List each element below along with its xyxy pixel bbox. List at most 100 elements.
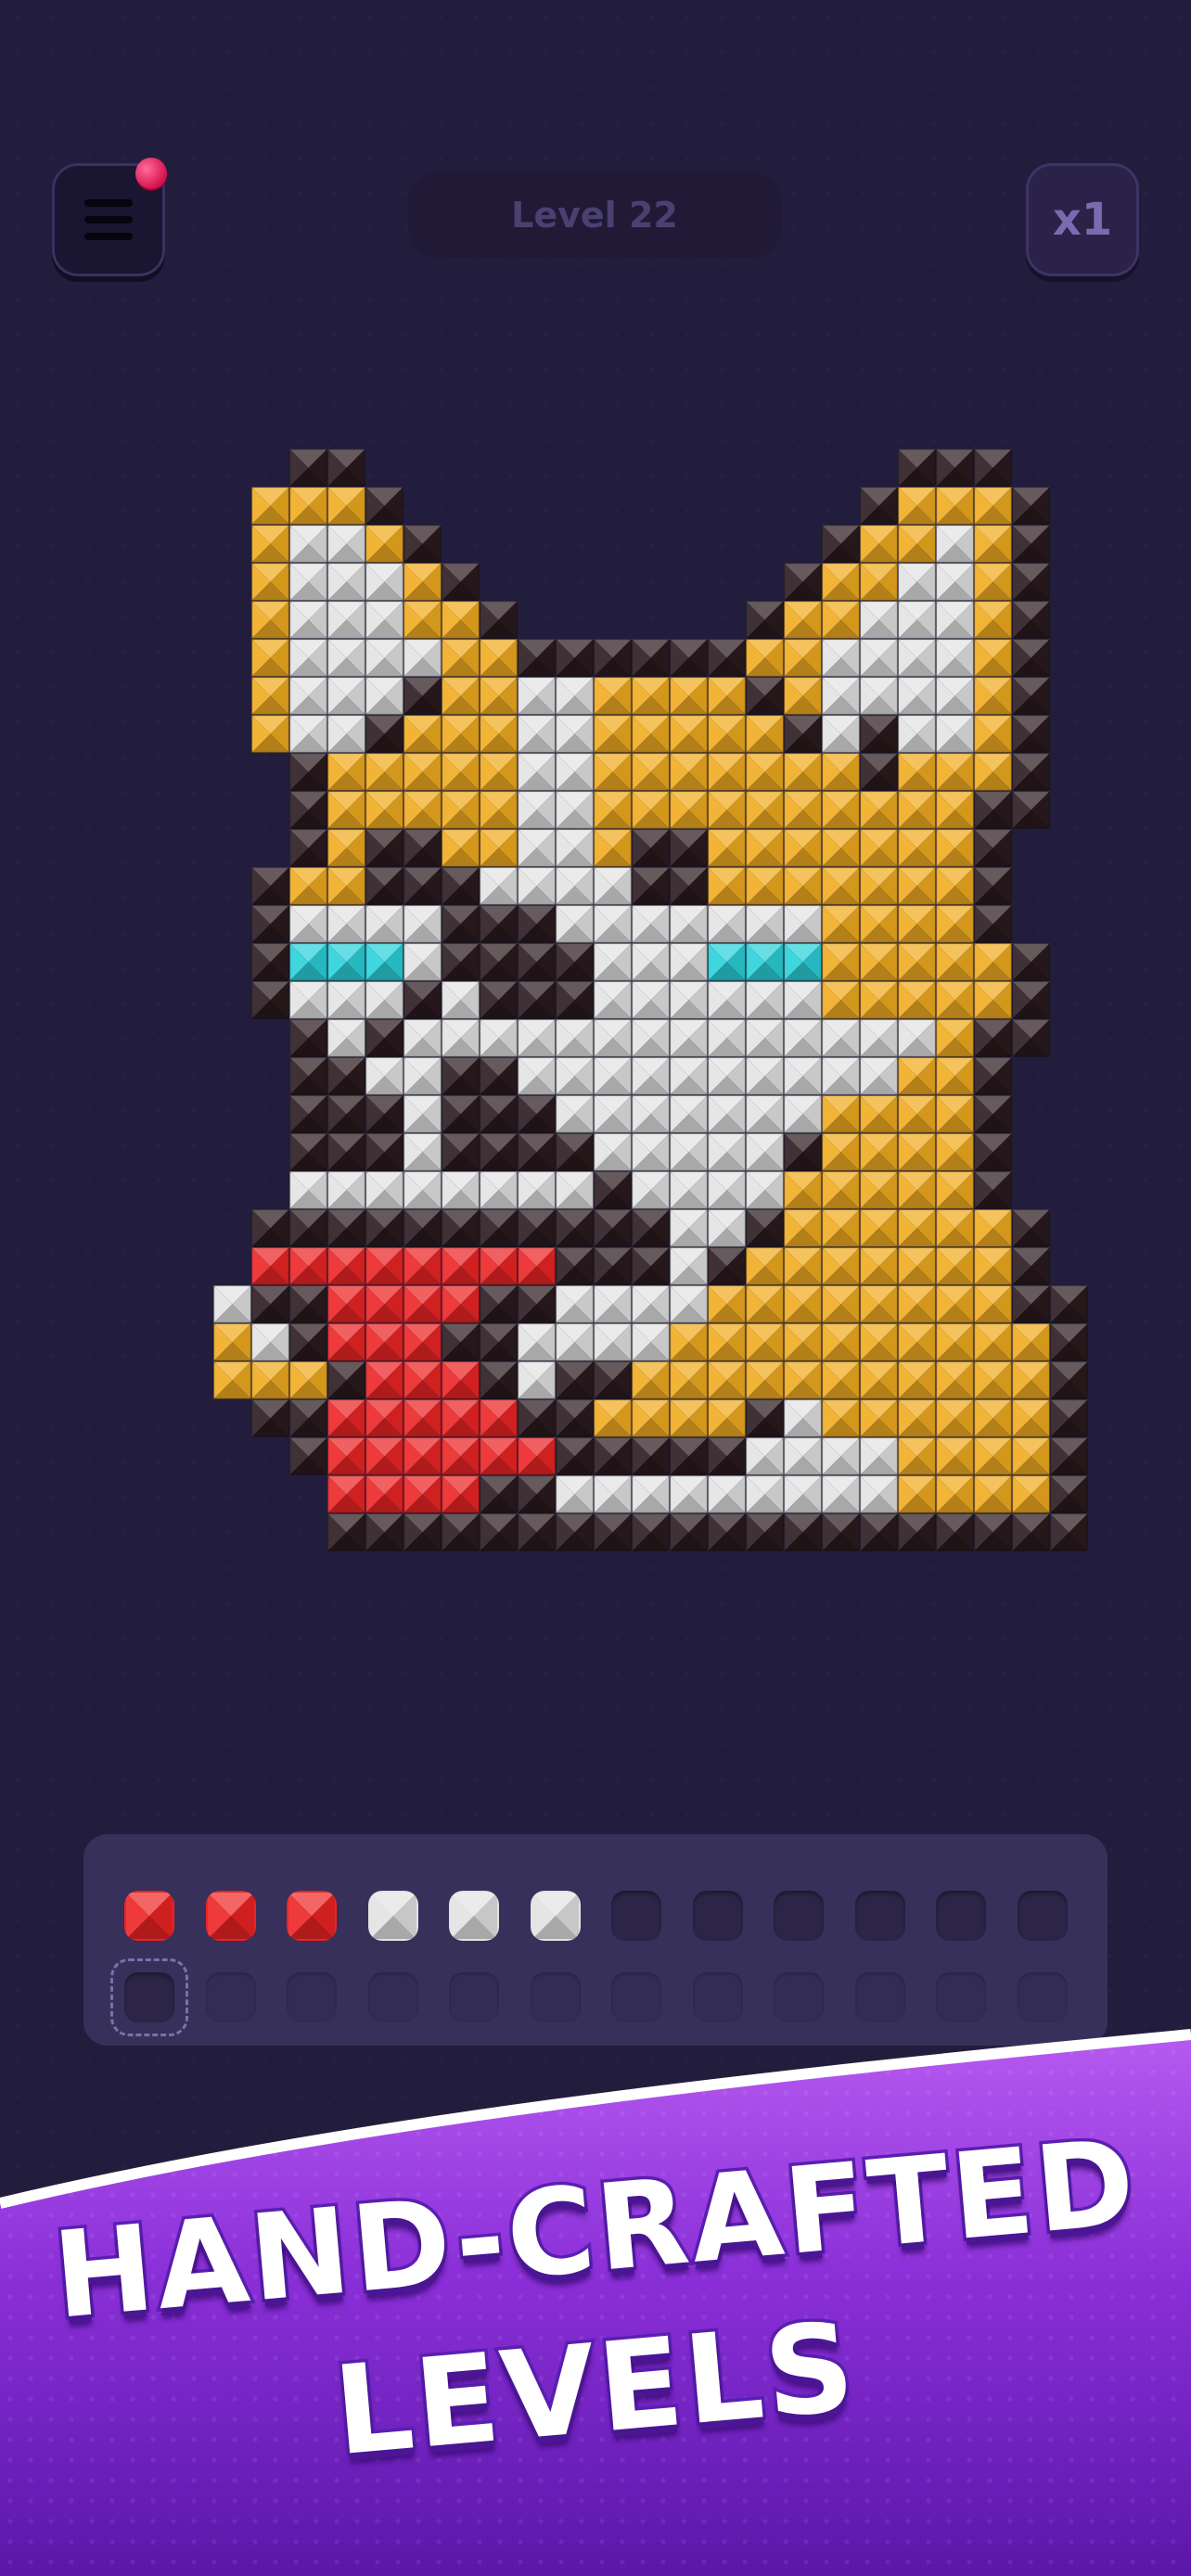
pixel-orange[interactable] xyxy=(441,714,480,754)
pixel-outline[interactable] xyxy=(288,1094,328,1134)
pixel-orange[interactable] xyxy=(973,600,1013,640)
pixel-orange[interactable] xyxy=(897,980,937,1020)
pixel-red[interactable] xyxy=(327,1284,366,1324)
pixel-orange[interactable] xyxy=(859,980,899,1020)
pixel-white[interactable] xyxy=(327,638,366,678)
pixel-white[interactable] xyxy=(517,866,557,906)
pixel-orange[interactable] xyxy=(745,1360,785,1400)
pixel-outline[interactable] xyxy=(1011,676,1051,716)
pixel-orange[interactable] xyxy=(783,790,823,830)
pixel-orange[interactable] xyxy=(973,714,1013,754)
tray-slot-empty[interactable] xyxy=(774,1891,824,1941)
pixel-orange[interactable] xyxy=(897,904,937,944)
pixel-orange[interactable] xyxy=(897,1474,937,1514)
pixel-orange[interactable] xyxy=(1011,1360,1051,1400)
pixel-orange[interactable] xyxy=(935,1284,975,1324)
pixel-white[interactable] xyxy=(365,1056,404,1096)
pixel-orange[interactable] xyxy=(973,980,1013,1020)
tray-tile-white[interactable] xyxy=(530,1891,581,1941)
pixel-outline[interactable] xyxy=(250,980,290,1020)
pixel-orange[interactable] xyxy=(897,828,937,868)
pixel-white[interactable] xyxy=(593,980,633,1020)
pixel-orange[interactable] xyxy=(859,1284,899,1324)
pixel-white[interactable] xyxy=(935,562,975,602)
pixel-white[interactable] xyxy=(859,1056,899,1096)
pixel-orange[interactable] xyxy=(897,1246,937,1286)
pixel-outline[interactable] xyxy=(973,1512,1013,1552)
pixel-white[interactable] xyxy=(365,980,404,1020)
pixel-white[interactable] xyxy=(327,676,366,716)
pixel-orange[interactable] xyxy=(859,1170,899,1210)
pixel-red[interactable] xyxy=(441,1436,480,1476)
pixel-orange[interactable] xyxy=(821,600,861,640)
pixel-white[interactable] xyxy=(250,1322,290,1362)
pixel-outline[interactable] xyxy=(517,980,557,1020)
pixel-white[interactable] xyxy=(403,1094,442,1134)
pixel-outline[interactable] xyxy=(1049,1512,1089,1552)
pixel-white[interactable] xyxy=(288,714,328,754)
pixel-orange[interactable] xyxy=(669,714,709,754)
pixel-outline[interactable] xyxy=(327,1094,366,1134)
pixel-orange[interactable] xyxy=(1011,1436,1051,1476)
pixel-outline[interactable] xyxy=(555,942,595,982)
pixel-white[interactable] xyxy=(327,600,366,640)
pixel-outline[interactable] xyxy=(441,1094,480,1134)
tray-slot-empty[interactable] xyxy=(854,1891,905,1941)
pixel-white[interactable] xyxy=(631,904,671,944)
pixel-white[interactable] xyxy=(897,1018,937,1058)
pixel-orange[interactable] xyxy=(250,562,290,602)
pixel-outline[interactable] xyxy=(707,1436,747,1476)
pixel-outline[interactable] xyxy=(631,1246,671,1286)
pixel-white[interactable] xyxy=(707,1208,747,1248)
pixel-white[interactable] xyxy=(821,1018,861,1058)
pixel-orange[interactable] xyxy=(1011,1322,1051,1362)
pixel-orange[interactable] xyxy=(897,1170,937,1210)
pixel-white[interactable] xyxy=(403,1056,442,1096)
pixel-orange[interactable] xyxy=(859,942,899,982)
pixel-outline[interactable] xyxy=(745,1398,785,1438)
pixel-outline[interactable] xyxy=(441,866,480,906)
pixel-orange[interactable] xyxy=(973,1284,1013,1324)
pixel-white[interactable] xyxy=(783,1436,823,1476)
pixel-white[interactable] xyxy=(935,638,975,678)
pixel-outline[interactable] xyxy=(288,1056,328,1096)
pixel-outline[interactable] xyxy=(1011,600,1051,640)
pixel-outline[interactable] xyxy=(479,942,519,982)
pixel-orange[interactable] xyxy=(935,752,975,792)
pixel-outline[interactable] xyxy=(821,1512,861,1552)
pixel-orange[interactable] xyxy=(935,1322,975,1362)
pixel-orange[interactable] xyxy=(669,790,709,830)
pixel-white[interactable] xyxy=(441,1018,480,1058)
pixel-outline[interactable] xyxy=(250,942,290,982)
pixel-white[interactable] xyxy=(327,980,366,1020)
pixel-orange[interactable] xyxy=(593,1398,633,1438)
pixel-red[interactable] xyxy=(479,1398,519,1438)
pixel-orange[interactable] xyxy=(707,676,747,716)
pixel-outline[interactable] xyxy=(365,1512,404,1552)
pixel-white[interactable] xyxy=(327,1018,366,1058)
pixel-white[interactable] xyxy=(669,1056,709,1096)
pixel-white[interactable] xyxy=(745,1474,785,1514)
pixel-outline[interactable] xyxy=(517,1208,557,1248)
pixel-outline[interactable] xyxy=(859,1512,899,1552)
pixel-cyan[interactable] xyxy=(745,942,785,982)
pixel-outline[interactable] xyxy=(631,1208,671,1248)
pixel-red[interactable] xyxy=(327,1436,366,1476)
pixel-white[interactable] xyxy=(441,980,480,1020)
pixel-white[interactable] xyxy=(631,942,671,982)
pixel-white[interactable] xyxy=(212,1284,252,1324)
pixel-white[interactable] xyxy=(631,1284,671,1324)
pixel-white[interactable] xyxy=(745,1132,785,1172)
tray-tile-red[interactable] xyxy=(287,1891,337,1941)
pixel-orange[interactable] xyxy=(973,942,1013,982)
pixel-white[interactable] xyxy=(517,714,557,754)
pixel-orange[interactable] xyxy=(935,1474,975,1514)
pixel-red[interactable] xyxy=(327,1398,366,1438)
pixel-outline[interactable] xyxy=(441,942,480,982)
pixel-outline[interactable] xyxy=(441,904,480,944)
pixel-orange[interactable] xyxy=(935,1360,975,1400)
pixel-orange[interactable] xyxy=(479,828,519,868)
pixel-white[interactable] xyxy=(593,1132,633,1172)
pixel-orange[interactable] xyxy=(479,638,519,678)
pixel-outline[interactable] xyxy=(288,828,328,868)
